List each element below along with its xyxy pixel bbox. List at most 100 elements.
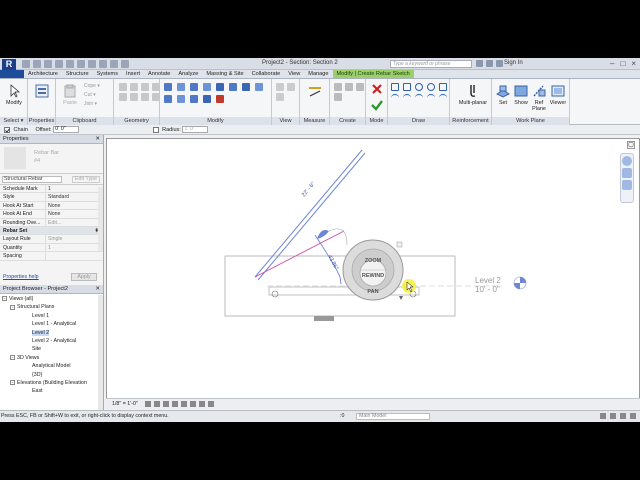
property-value[interactable]: Standard	[46, 193, 103, 200]
polygon-icon[interactable]	[427, 83, 435, 91]
circle-icon[interactable]	[415, 83, 423, 91]
arc-center-icon[interactable]	[391, 94, 399, 102]
pick-lines-icon[interactable]	[439, 94, 447, 102]
collapse-toggle-icon[interactable]: −	[10, 304, 15, 310]
property-value[interactable]: Single	[46, 235, 103, 242]
properties-help-link[interactable]: Properties help	[3, 274, 39, 280]
tab-annotate[interactable]: Annotate	[144, 70, 174, 78]
dimension-length-label[interactable]: 22' - 6"	[301, 181, 317, 198]
measure-button[interactable]	[304, 82, 326, 112]
sun-path-icon[interactable]	[163, 400, 170, 407]
cut-geometry-icon[interactable]	[130, 83, 138, 91]
paint-icon[interactable]	[119, 93, 127, 101]
delete-icon[interactable]	[216, 95, 224, 103]
pin-icon[interactable]	[203, 95, 211, 103]
trim-extend-icon[interactable]	[255, 83, 263, 91]
spline-icon[interactable]	[427, 94, 435, 102]
tree-item-level-2[interactable]: Level 2	[0, 329, 103, 337]
select-pinned-icon[interactable]	[620, 413, 626, 419]
tab-massing-site[interactable]: Massing & Site	[202, 70, 247, 78]
wall-join-icon[interactable]	[141, 83, 149, 91]
steering-wheel-icon[interactable]	[622, 156, 632, 166]
undo-icon[interactable]	[44, 60, 52, 68]
apply-button[interactable]: Apply	[71, 273, 97, 281]
collapse-toggle-icon[interactable]: −	[10, 354, 15, 360]
section-icon[interactable]	[110, 60, 118, 68]
tree-item-analytical-model[interactable]: Analytical Model	[0, 362, 103, 370]
property-value[interactable]: 1	[46, 244, 103, 251]
tree-item-3d-views[interactable]: −3D Views	[0, 354, 103, 362]
comm-center-icon[interactable]	[496, 60, 503, 67]
search-icon[interactable]	[476, 60, 483, 67]
file-tab[interactable]	[0, 70, 24, 78]
maximize-icon[interactable]: □	[620, 59, 625, 68]
property-value[interactable]: None	[46, 210, 103, 217]
offset-field[interactable]: 0' 0"	[53, 126, 80, 134]
finish-edit-icon[interactable]	[371, 99, 383, 111]
type-selector[interactable]: Rebar Bar #4	[0, 144, 103, 174]
tab-structure[interactable]: Structure	[62, 70, 93, 78]
pan-wedge-label[interactable]: PAN	[367, 289, 378, 295]
scale-dropdown[interactable]: 1/8" = 1'-0"	[112, 401, 138, 407]
property-value[interactable]: 1	[46, 185, 103, 192]
shadows-icon[interactable]	[172, 400, 179, 407]
edit-type-button[interactable]: Edit Type	[72, 176, 100, 183]
arc-start-end-icon[interactable]	[439, 83, 447, 91]
close-icon[interactable]: ✕	[95, 285, 100, 294]
property-value[interactable]: None	[46, 202, 103, 209]
hide-icon[interactable]	[276, 83, 284, 91]
tree-item-east[interactable]: East	[0, 387, 103, 395]
browser-scrollbar[interactable]	[98, 295, 103, 412]
linework-icon[interactable]	[276, 93, 284, 101]
tab-create-rebar-sketch[interactable]: Modify | Create Rebar Sketch	[332, 70, 414, 78]
line-icon[interactable]	[391, 83, 399, 91]
cope-icon[interactable]	[119, 83, 127, 91]
tab-insert[interactable]: Insert	[122, 70, 144, 78]
tree-item-views[interactable]: − Views (all)	[0, 295, 103, 303]
view-maximize-icon[interactable]: ▢	[627, 141, 635, 149]
select-links-icon[interactable]	[600, 413, 606, 419]
design-option-dropdown[interactable]: Main Model	[356, 413, 430, 420]
paste-button[interactable]: Paste	[59, 82, 81, 112]
scale-icon[interactable]	[190, 95, 198, 103]
app-menu-button[interactable]: R	[2, 59, 16, 70]
tab-analyze[interactable]: Analyze	[174, 70, 202, 78]
3d-view-icon[interactable]	[99, 60, 107, 68]
split-face-icon[interactable]	[152, 83, 160, 91]
tree-item-level-1-analytical[interactable]: Level 1 - Analytical	[0, 320, 103, 328]
split-icon[interactable]	[164, 95, 172, 103]
detail-level-icon[interactable]	[145, 400, 152, 407]
viewer-button[interactable]: Viewer	[548, 82, 568, 112]
array-icon[interactable]	[177, 95, 185, 103]
open-icon[interactable]	[22, 60, 30, 68]
tree-item-level-2-analytical[interactable]: Level 2 - Analytical	[0, 337, 103, 345]
tree-item-structural-plans[interactable]: − Structural Plans	[0, 303, 103, 311]
show-button[interactable]: Show	[512, 82, 530, 112]
align-icon[interactable]	[164, 83, 172, 91]
close-icon[interactable]	[396, 241, 403, 248]
tab-manage[interactable]: Manage	[304, 70, 332, 78]
subscription-icon[interactable]	[486, 60, 493, 67]
property-value[interactable]	[46, 252, 103, 259]
text-icon[interactable]	[88, 60, 96, 68]
cope-button[interactable]: Cope ▾	[84, 82, 100, 91]
join-button[interactable]: Join ▾	[84, 100, 100, 109]
tree-item-level-1[interactable]: Level 1	[0, 312, 103, 320]
offset-icon[interactable]	[177, 83, 185, 91]
measure-icon[interactable]	[77, 60, 85, 68]
properties-scrollbar[interactable]	[98, 187, 103, 251]
chain-checkbox[interactable]	[4, 126, 10, 133]
move-icon[interactable]	[216, 83, 224, 91]
redo-icon[interactable]	[55, 60, 63, 68]
collapse-toggle-icon[interactable]: −	[10, 380, 15, 386]
cancel-edit-icon[interactable]	[371, 83, 383, 95]
close-icon[interactable]: ×	[631, 59, 636, 68]
demolish-icon[interactable]	[141, 93, 149, 101]
override-icon[interactable]	[287, 83, 295, 91]
zoom-wedge-label[interactable]: ZOOM	[365, 258, 382, 264]
rectangle-icon[interactable]	[403, 83, 411, 91]
mirror-draw-icon[interactable]	[203, 83, 211, 91]
rotate-icon[interactable]	[242, 83, 250, 91]
search-input[interactable]: Type a keyword or phrase	[390, 60, 472, 68]
show-crop-icon[interactable]	[190, 400, 197, 407]
